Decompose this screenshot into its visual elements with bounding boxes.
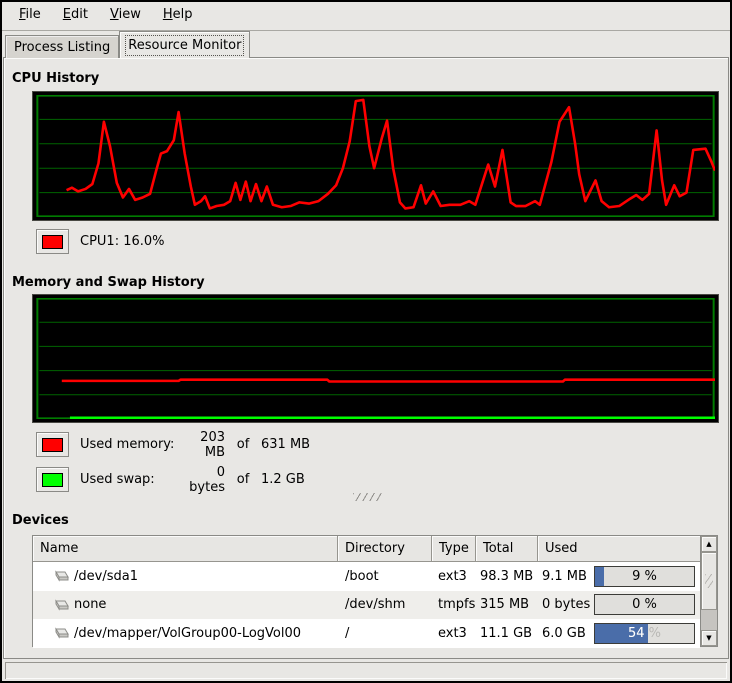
cpu-legend: CPU1: 16.0%	[36, 229, 165, 254]
memory-total-value: 631 MB	[261, 437, 310, 452]
scrollbar-grip	[705, 574, 713, 588]
swap-color-swatch	[42, 473, 63, 487]
swap-of-text: of	[225, 472, 261, 487]
devices-table: Name Directory Type Total Used /dev/sda1…	[32, 535, 718, 647]
disk-icon	[52, 626, 69, 640]
column-header-name[interactable]: Name	[33, 536, 338, 562]
swap-used-value: 0 bytes	[177, 465, 225, 495]
memory-legend-label: Used memory:	[80, 437, 177, 452]
tab-label: Process Listing	[14, 40, 110, 55]
device-used: 0 bytes	[542, 597, 593, 612]
device-total: 11.1 GB	[476, 626, 538, 641]
swap-legend: Used swap: 0 bytes of 1.2 GB	[36, 467, 305, 492]
swap-color-swatch-button[interactable]	[36, 467, 69, 492]
memory-legend: Used memory: 203 MB of 631 MB	[36, 432, 310, 457]
device-type: ext3	[432, 626, 476, 641]
memory-color-swatch	[42, 438, 63, 452]
scrollbar-trough[interactable]	[701, 610, 717, 630]
scroll-down-icon[interactable]: ▼	[701, 630, 717, 646]
device-total: 98.3 MB	[476, 569, 538, 584]
status-bar	[5, 662, 727, 679]
menu-view[interactable]: View	[99, 2, 152, 30]
disk-icon	[52, 598, 69, 612]
devices-title: Devices	[12, 513, 69, 528]
cpu-history-title: CPU History	[12, 71, 99, 86]
usage-progressbar: 0 %0 %	[594, 594, 695, 615]
device-directory: /	[338, 626, 432, 641]
system-monitor-window: File Edit View Help Process Listing Reso…	[0, 0, 732, 683]
devices-table-header: Name Directory Type Total Used	[33, 536, 700, 562]
table-row[interactable]: /dev/mapper/VolGroup00-LogVol00 /ext311.1…	[33, 619, 700, 648]
scrollbar-thumb[interactable]	[701, 552, 717, 610]
usage-progressbar: 54 %54 %	[594, 623, 695, 644]
table-row[interactable]: /dev/sda1/bootext398.3 MB 9.1 MB9 %9 %	[33, 562, 700, 591]
memory-of-text: of	[225, 437, 261, 452]
tab-label: Resource Monitor	[128, 38, 241, 53]
cpu-legend-label: CPU1: 16.0%	[80, 234, 165, 249]
memory-used-value: 203 MB	[177, 430, 225, 460]
memory-color-swatch-button[interactable]	[36, 432, 69, 457]
cpu-history-graph	[32, 91, 719, 221]
tab-resource-monitor[interactable]: Resource Monitor	[119, 31, 250, 58]
swap-legend-label: Used swap:	[80, 472, 177, 487]
column-header-total[interactable]: Total	[476, 536, 538, 562]
memory-swap-graph	[32, 294, 719, 423]
table-row[interactable]: none/dev/shmtmpfs315 MB 0 bytes0 %0 %	[33, 591, 700, 620]
device-name: /dev/sda1	[74, 569, 138, 584]
device-used: 9.1 MB	[542, 569, 593, 584]
memory-history-title: Memory and Swap History	[12, 275, 205, 290]
menubar: File Edit View Help	[2, 2, 730, 31]
menu-file[interactable]: File	[8, 2, 52, 30]
pane-resize-handle[interactable]	[353, 493, 383, 501]
device-name: /dev/mapper/VolGroup00-LogVol00	[74, 626, 301, 641]
usage-progressbar: 9 %9 %	[594, 566, 695, 587]
menu-edit[interactable]: Edit	[52, 2, 99, 30]
device-used: 6.0 GB	[542, 626, 593, 641]
tab-bar: Process Listing Resource Monitor	[5, 31, 250, 58]
menu-help[interactable]: Help	[152, 2, 204, 30]
cpu-color-swatch-button[interactable]	[36, 229, 69, 254]
disk-icon	[52, 569, 69, 583]
scroll-up-icon[interactable]: ▲	[701, 536, 717, 552]
device-directory: /dev/shm	[338, 597, 432, 612]
device-total: 315 MB	[476, 597, 538, 612]
table-scrollbar[interactable]: ▲ ▼	[700, 536, 717, 646]
swap-total-value: 1.2 GB	[261, 472, 305, 487]
device-type: tmpfs	[432, 597, 476, 612]
device-directory: /boot	[338, 569, 432, 584]
column-header-used[interactable]: Used	[538, 536, 700, 562]
device-type: ext3	[432, 569, 476, 584]
tab-process-listing[interactable]: Process Listing	[5, 35, 119, 58]
column-header-directory[interactable]: Directory	[338, 536, 432, 562]
cpu-color-swatch	[42, 235, 63, 249]
device-name: none	[74, 597, 106, 612]
column-header-type[interactable]: Type	[432, 536, 476, 562]
